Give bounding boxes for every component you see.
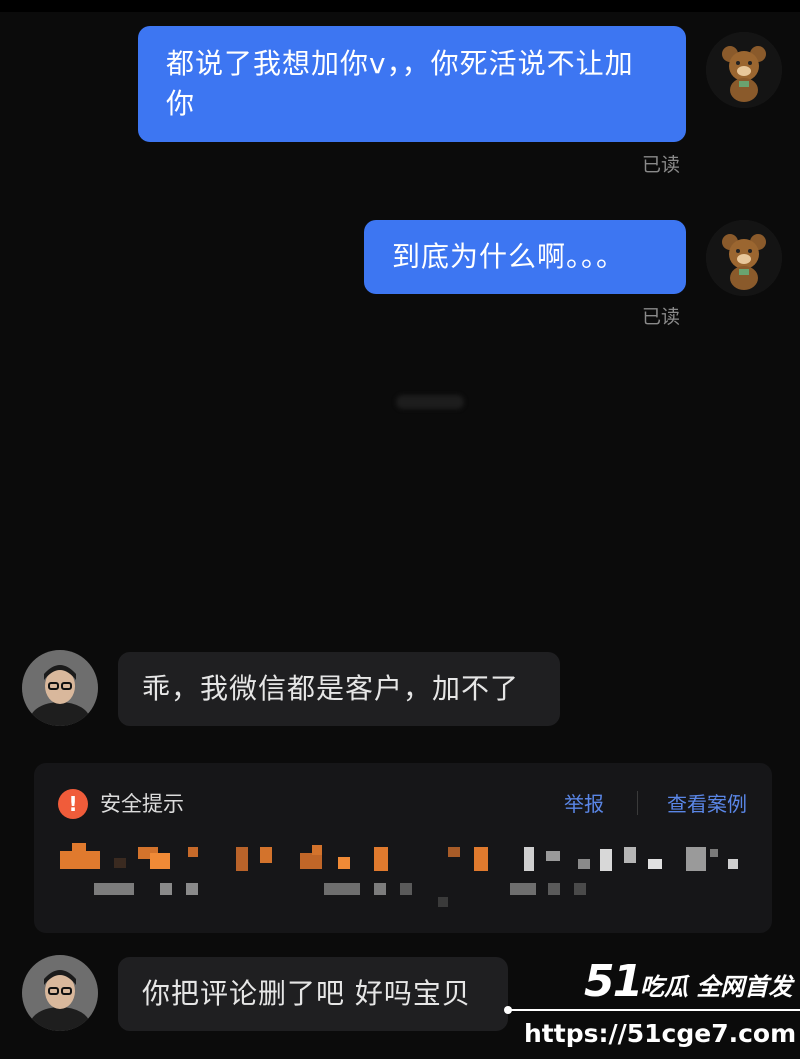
warning-icon: ! bbox=[58, 789, 88, 819]
link-divider bbox=[637, 791, 638, 815]
message-bubble-incoming[interactable]: 乖，我微信都是客户，加不了 bbox=[118, 652, 560, 726]
message-text: 到底为什么啊。。。 bbox=[392, 240, 626, 273]
read-status: 已读 bbox=[642, 154, 681, 176]
message-bubble-outgoing[interactable]: 都说了我想加你v，，你死活说不让加 你 bbox=[138, 26, 686, 142]
message-text-line: 都说了我想加你v，，你死活说不让加 bbox=[166, 47, 634, 80]
message-text: 你把评论删了吧 好吗宝贝 bbox=[142, 977, 471, 1010]
bear-avatar[interactable] bbox=[706, 220, 782, 296]
view-cases-link[interactable]: 查看案例 bbox=[667, 789, 747, 819]
watermark-line bbox=[508, 1009, 800, 1011]
bear-avatar[interactable] bbox=[706, 32, 782, 108]
user-avatar[interactable] bbox=[22, 650, 98, 726]
user-avatar[interactable] bbox=[22, 955, 98, 1031]
message-text: 乖，我微信都是客户，加不了 bbox=[142, 672, 520, 705]
read-status: 已读 bbox=[642, 306, 681, 328]
watermark-url: https://51cge7.com bbox=[524, 1019, 797, 1048]
watermark-line-dot bbox=[504, 1006, 512, 1014]
message-text-line: 你 bbox=[166, 87, 196, 120]
report-link[interactable]: 举报 bbox=[564, 789, 604, 819]
watermark-number: 51 bbox=[584, 956, 643, 1007]
watermark-brand-text: 吃瓜 全网首发 bbox=[640, 973, 793, 1001]
message-bubble-incoming[interactable]: 你把评论删了吧 好吗宝贝 bbox=[118, 957, 508, 1031]
redacted-mark bbox=[396, 395, 464, 409]
status-bar bbox=[0, 0, 800, 12]
safety-notice-card: ! 安全提示 举报 查看案例 bbox=[34, 763, 772, 933]
safety-notice-title: 安全提示 bbox=[100, 792, 184, 816]
message-bubble-outgoing[interactable]: 到底为什么啊。。。 bbox=[364, 220, 686, 294]
